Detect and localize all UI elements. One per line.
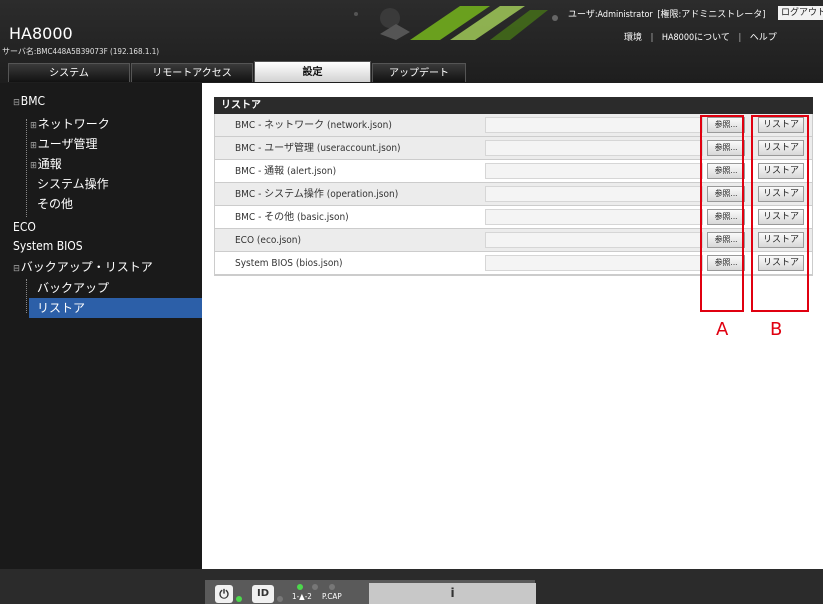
main-content: リストア BMC - ネットワーク (network.json) 参照... リ… — [202, 83, 823, 569]
collapse-icon[interactable]: ⊟ — [13, 98, 20, 108]
file-path-field[interactable] — [485, 255, 703, 271]
header-decoration — [354, 6, 558, 40]
expand-icon[interactable]: ⊞ — [30, 121, 37, 131]
sidebar-item-restore[interactable]: リストア — [29, 298, 202, 318]
sidebar-item-eco[interactable]: ECO — [13, 220, 36, 234]
status-led-1-icon — [297, 584, 303, 590]
restore-row-label: System BIOS (bios.json) — [235, 258, 343, 269]
sidebar-item-backup-restore[interactable]: ⊟バックアップ・リストア — [13, 258, 153, 275]
env-link[interactable]: 環境 — [624, 30, 642, 43]
file-path-field[interactable] — [485, 186, 703, 202]
file-path-field[interactable] — [485, 232, 703, 248]
tree-line — [26, 279, 27, 313]
pcap-led-icon — [329, 584, 335, 590]
header-links: 環境 | HA8000について | ヘルプ — [624, 30, 777, 43]
status-bar: ⏻ ID 1-▲-2 P.CAP i — [0, 569, 823, 604]
sidebar-item-system-operation[interactable]: システム操作 — [37, 175, 109, 192]
id-led-icon — [277, 596, 283, 602]
link-separator: | — [650, 33, 654, 43]
warning-led-label: 1-▲-2 — [292, 592, 312, 601]
id-button[interactable]: ID — [252, 585, 274, 603]
tab-system[interactable]: システム — [8, 63, 130, 82]
sidebar-item-network[interactable]: ⊞ネットワーク — [30, 115, 110, 132]
file-path-field[interactable] — [485, 209, 703, 225]
expand-icon[interactable]: ⊞ — [30, 141, 37, 151]
power-icon[interactable]: ⏻ — [215, 585, 233, 603]
sidebar-item-label: BMC — [20, 94, 46, 108]
server-name: サーバ名:BMC448A5B39073F (192.168.1.1) — [2, 47, 160, 56]
power-led-icon — [236, 596, 242, 602]
about-link[interactable]: HA8000について — [662, 30, 730, 43]
annotation-box-a — [700, 115, 744, 312]
restore-row-label: BMC - ユーザ管理 (useraccount.json) — [235, 143, 401, 154]
role-label: [権限:アドミニストレータ] — [657, 10, 766, 20]
sidebar-item-label: バックアップ・リストア — [20, 260, 153, 274]
sidebar-item-backup[interactable]: バックアップ — [37, 279, 109, 296]
sidebar-item-system-bios[interactable]: System BIOS — [13, 239, 83, 253]
tab-settings[interactable]: 設定 — [254, 61, 371, 82]
restore-row-label: BMC - その他 (basic.json) — [235, 212, 349, 223]
expand-icon[interactable]: ⊞ — [30, 161, 37, 171]
tab-remote-access[interactable]: リモートアクセス — [131, 63, 253, 82]
tree-line — [26, 119, 27, 217]
sidebar-item-label: 通報 — [37, 157, 62, 171]
sidebar-item-label: ユーザ管理 — [37, 137, 98, 151]
annotation-box-b — [751, 115, 809, 312]
file-path-field[interactable] — [485, 140, 703, 156]
help-link[interactable]: ヘルプ — [750, 30, 777, 43]
file-path-field[interactable] — [485, 117, 703, 133]
sidebar-item-alert[interactable]: ⊞通報 — [30, 155, 62, 172]
sidebar-item-label: ネットワーク — [37, 117, 110, 131]
logout-button[interactable]: ログアウト — [778, 6, 823, 20]
app-title: HA8000 — [9, 24, 73, 43]
sidebar: ⊟BMC ⊞ネットワーク ⊞ユーザ管理 ⊞通報 システム操作 その他 ECO S… — [0, 83, 202, 569]
user-info: ユーザ:Administrator [権限:アドミニストレータ] — [568, 7, 765, 20]
link-separator: | — [738, 33, 742, 43]
pcap-label: P.CAP — [322, 592, 342, 601]
restore-panel-header: リストア — [214, 97, 813, 114]
user-label: ユーザ:Administrator — [568, 10, 653, 20]
header-bar: HA8000 サーバ名:BMC448A5B39073F (192.168.1.1… — [0, 0, 823, 83]
restore-row-label: BMC - システム操作 (operation.json) — [235, 189, 399, 200]
sidebar-item-bmc[interactable]: ⊟BMC — [13, 94, 45, 108]
annotation-label-a: A — [716, 319, 729, 340]
file-path-field[interactable] — [485, 163, 703, 179]
restore-row-label: BMC - ネットワーク (network.json) — [235, 120, 392, 131]
status-led-2-icon — [312, 584, 318, 590]
restore-row-label: BMC - 通報 (alert.json) — [235, 166, 337, 177]
annotation-label-b: B — [770, 319, 783, 340]
info-icon[interactable]: i — [369, 583, 536, 604]
tab-update[interactable]: アップデート — [372, 63, 466, 82]
collapse-icon[interactable]: ⊟ — [13, 264, 20, 274]
sidebar-item-user-management[interactable]: ⊞ユーザ管理 — [30, 135, 98, 152]
restore-row-label: ECO (eco.json) — [235, 235, 301, 246]
sidebar-item-other[interactable]: その他 — [37, 195, 73, 212]
